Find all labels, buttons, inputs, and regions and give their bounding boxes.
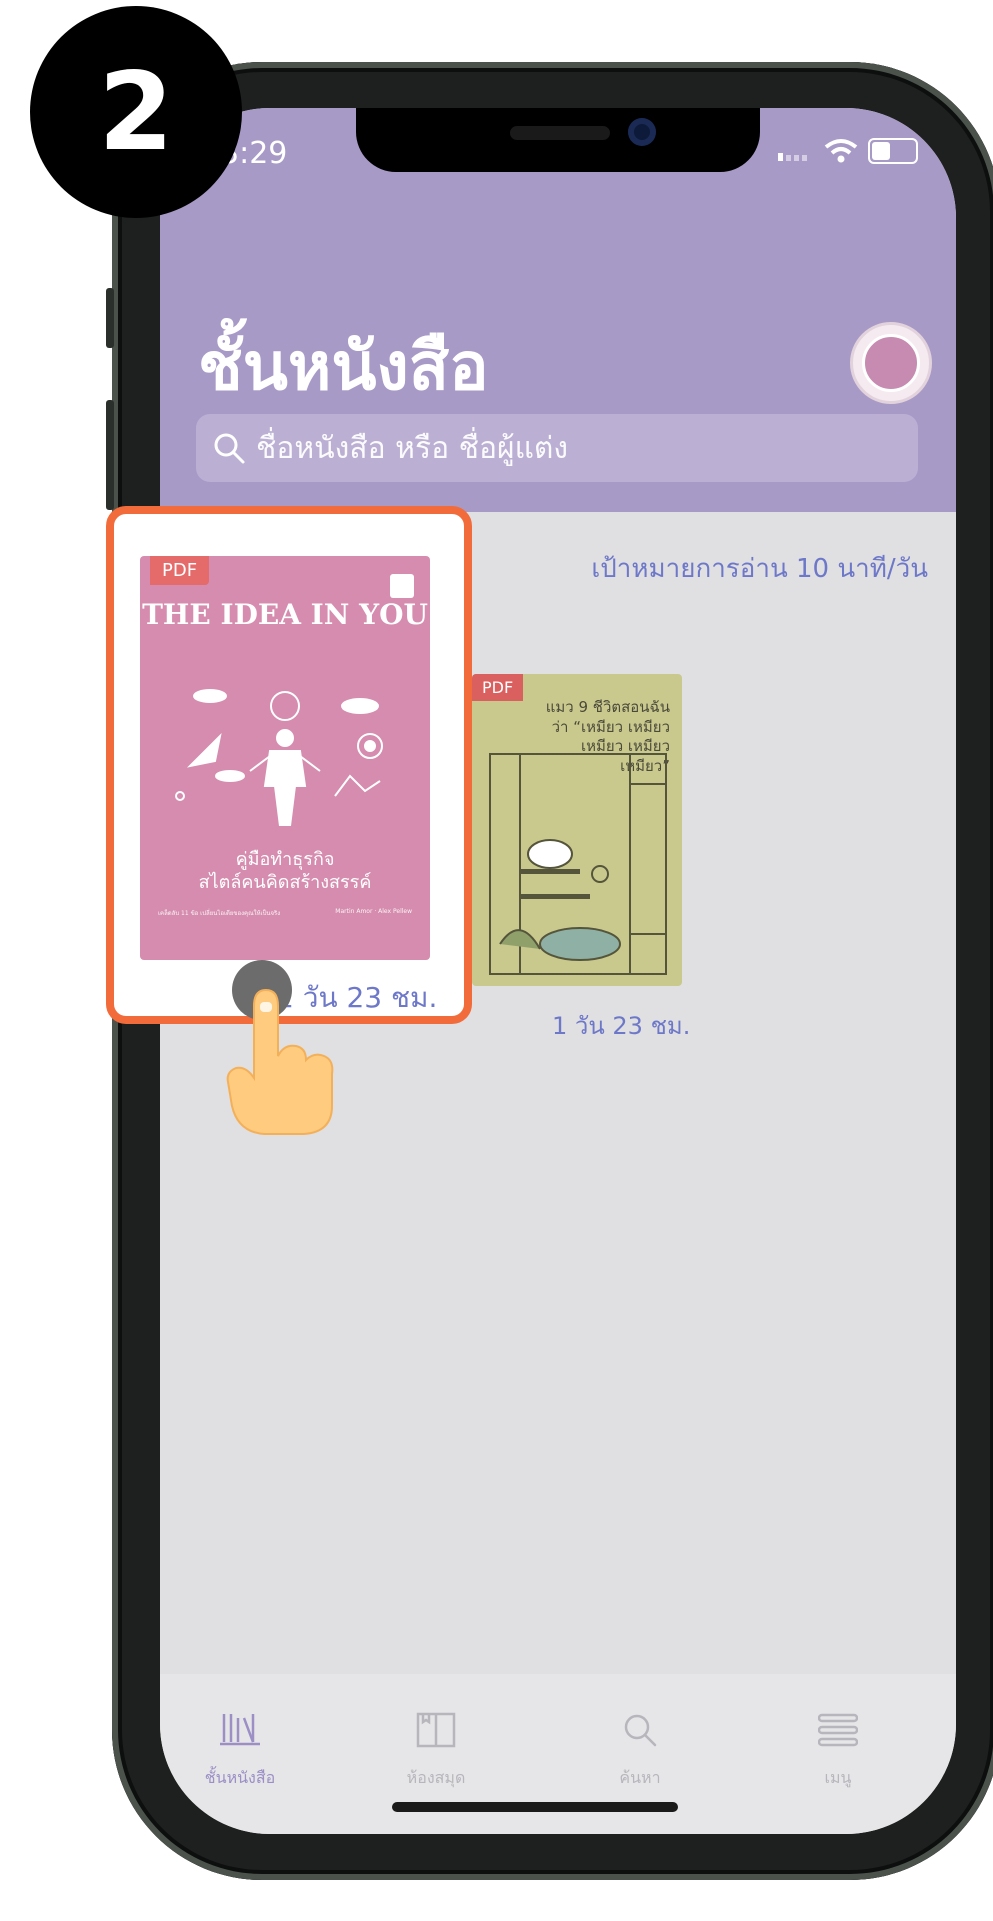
book-tagline: เคล็ดลับ 11 ข้อ เปลี่ยนไอเดียของคุณให้เป… xyxy=(158,910,281,917)
tab-bookshelf[interactable]: ชั้นหนังสือ xyxy=(160,1708,320,1791)
avatar-logo xyxy=(862,334,920,392)
step-number-badge: 2 xyxy=(30,6,242,218)
tab-label: เมนู xyxy=(824,1768,852,1787)
status-icons xyxy=(778,138,918,164)
subtitle-line: คู่มือทำธุรกิจ xyxy=(235,849,335,870)
search-icon xyxy=(214,433,245,464)
pointing-hand-icon xyxy=(226,988,334,1135)
pdf-badge: PDF xyxy=(150,556,210,585)
speaker xyxy=(510,126,610,140)
book-footer: เคล็ดลับ 11 ข้อ เปลี่ยนไอเดียของคุณให้เป… xyxy=(158,908,412,918)
cat-illustration xyxy=(489,753,667,975)
front-camera xyxy=(628,118,656,146)
tab-label: ชั้นหนังสือ xyxy=(204,1768,276,1787)
highlighted-book-card[interactable]: PDF THE IDEA IN YOU คู่มือทำธุรกิจ สไตล์… xyxy=(106,506,472,1024)
battery-icon xyxy=(868,138,918,164)
mute-switch xyxy=(106,288,114,348)
menu-icon xyxy=(818,1713,858,1747)
search-input[interactable]: ชื่อหนังสือ หรือ ชื่อผู้แต่ง xyxy=(196,414,918,482)
book-cover[interactable]: PDF THE IDEA IN YOU คู่มือทำธุรกิจ สไตล์… xyxy=(140,556,430,960)
page-title: ชั้นหนังสือ xyxy=(198,328,489,405)
pdf-badge: PDF xyxy=(472,674,524,701)
search-placeholder: ชื่อหนังสือ หรือ ชื่อผู้แต่ง xyxy=(256,430,569,466)
idea-person-illustration xyxy=(175,689,383,826)
signal-icon xyxy=(778,153,807,161)
search-icon xyxy=(624,1714,657,1747)
volume-up-button xyxy=(106,400,114,510)
book-title: THE IDEA IN YOU xyxy=(142,598,428,631)
tab-menu[interactable]: เมนู xyxy=(758,1708,918,1791)
tab-library[interactable]: ห้องสมุด xyxy=(356,1708,516,1791)
book-authors: Martin Amor · Alex Pellew xyxy=(335,908,412,915)
bookshelf-icon xyxy=(220,1714,260,1746)
book-cover[interactable]: PDF แมว 9 ชีวิตสอนฉันว่า “เหมียว เหมียว … xyxy=(472,674,682,986)
tab-label: ค้นหา xyxy=(619,1768,661,1787)
tab-label: ห้องสมุด xyxy=(406,1768,466,1787)
home-indicator xyxy=(392,1802,678,1812)
book-subtitle: คู่มือทำธุรกิจ สไตล์คนคิดสร้างสรรค์ xyxy=(140,848,430,895)
book-time-remaining: 1 วัน 23 ชม. xyxy=(552,1012,691,1040)
notch xyxy=(356,108,760,172)
profile-avatar[interactable] xyxy=(850,322,932,404)
wifi-icon xyxy=(824,139,858,163)
reading-goal-link[interactable]: เป้าหมายการอ่าน 10 นาที/วัน xyxy=(591,548,928,589)
subtitle-line: สไตล์คนคิดสร้างสรรค์ xyxy=(198,872,372,894)
library-icon xyxy=(416,1712,456,1748)
publisher-badge xyxy=(390,574,414,598)
tab-search[interactable]: ค้นหา xyxy=(560,1708,720,1791)
